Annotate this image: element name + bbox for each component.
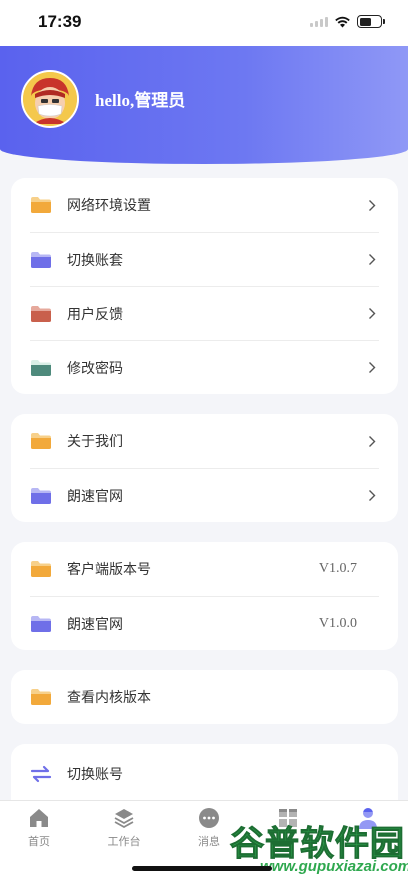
wifi-icon (335, 16, 350, 27)
status-time: 17:39 (38, 12, 82, 31)
profile-header: hello,管理员 (0, 46, 408, 164)
battery-icon (357, 15, 385, 28)
row-label: 切换账号 (67, 766, 123, 782)
row-label: 查看内核版本 (67, 689, 151, 705)
greeting-text: hello,管理员 (95, 91, 186, 110)
chat-bubble-icon (199, 808, 219, 828)
status-icons (310, 15, 385, 28)
user-feedback-row[interactable]: 用户反馈 (30, 286, 379, 340)
row-label: 修改密码 (67, 359, 123, 376)
change-password-row[interactable]: 修改密码 (30, 340, 379, 394)
folder-orange-icon (31, 433, 51, 449)
row-label: 用户反馈 (67, 305, 123, 322)
network-settings-row[interactable]: 网络环境设置 (30, 178, 379, 232)
folder-green-icon (31, 359, 51, 376)
chevron-right-icon (369, 308, 376, 319)
row-label: 朗速官网 (67, 487, 123, 504)
version-card: 客户端版本号 V1.0.7 朗速官网 V1.0.0 (11, 542, 398, 650)
version-value: V1.0.0 (318, 615, 357, 631)
avatar-illustration (23, 72, 77, 126)
row-label: 网络环境设置 (67, 197, 151, 213)
website-version-row: 朗速官网 V1.0.0 (30, 596, 379, 650)
tab-label: 工作台 (107, 836, 141, 848)
row-label: 切换账套 (67, 251, 123, 268)
row-label: 客户端版本号 (67, 561, 151, 577)
chevron-right-icon (369, 254, 376, 265)
site-watermark: 谷普软件园 www.gupuxiazai.com (222, 812, 408, 883)
folder-purple-icon (31, 615, 51, 632)
kernel-card: 查看内核版本 (11, 670, 398, 724)
settings-card-main: 网络环境设置 切换账套 用户反馈 修改密码 (11, 178, 398, 394)
row-label: 关于我们 (67, 433, 123, 449)
switch-account-set-row[interactable]: 切换账套 (30, 232, 379, 286)
folder-orange-icon (31, 197, 51, 213)
folder-red-icon (31, 305, 51, 322)
avatar[interactable] (21, 70, 79, 128)
folder-purple-icon (31, 487, 51, 504)
about-card: 关于我们 朗速官网 (11, 414, 398, 522)
tab-label: 首页 (28, 836, 50, 848)
folder-purple-icon (31, 251, 51, 268)
tab-workbench[interactable]: 工作台 (94, 807, 154, 850)
tab-home[interactable]: 首页 (9, 807, 69, 850)
folder-orange-icon (31, 561, 51, 577)
chevron-right-icon (369, 435, 376, 447)
row-label: 朗速官网 (67, 615, 123, 632)
about-us-row[interactable]: 关于我们 (30, 414, 379, 468)
swap-icon (30, 765, 52, 783)
kernel-version-row[interactable]: 查看内核版本 (30, 670, 379, 724)
home-icon (30, 809, 48, 827)
layers-icon (114, 809, 134, 829)
official-website-row[interactable]: 朗速官网 (30, 468, 379, 522)
client-version-row: 客户端版本号 V1.0.7 (30, 542, 379, 596)
switch-account-row[interactable]: 切换账号 (30, 744, 379, 804)
version-value: V1.0.7 (318, 561, 357, 576)
chevron-right-icon (369, 490, 376, 501)
home-indicator (132, 866, 272, 871)
cellular-signal-icon (310, 16, 328, 27)
chevron-right-icon (369, 199, 376, 211)
folder-orange-icon (31, 689, 51, 705)
status-bar: 17:39 (0, 0, 408, 46)
watermark-url-text: www.gupuxiazai.com (260, 858, 408, 875)
tab-label: 消息 (198, 836, 220, 848)
chevron-right-icon (369, 362, 376, 373)
